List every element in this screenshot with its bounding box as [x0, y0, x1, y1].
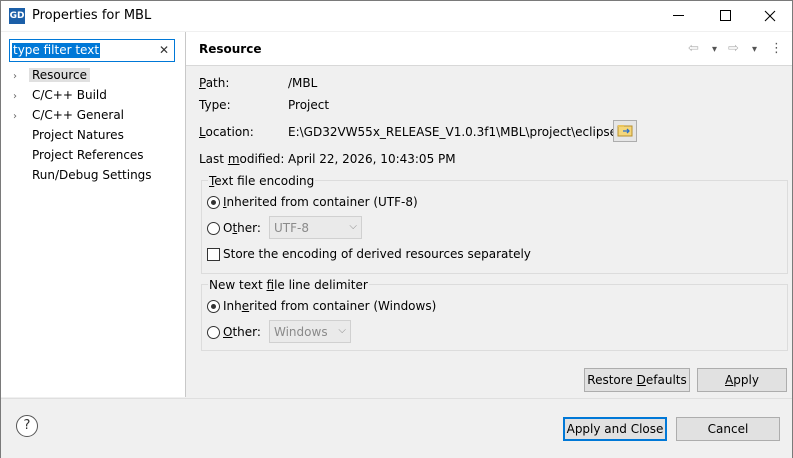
minimize-icon — [673, 15, 684, 16]
last-modified-value: April 22, 2026, 10:43:05 PM — [288, 152, 456, 166]
tree-item-label: Resource — [29, 68, 91, 82]
tree-item-label: C/C++ Build — [32, 88, 107, 102]
page-header: Resource ⇦ ▾ ⇨ ▾ ⋮ — [186, 32, 792, 66]
chevron-right-icon[interactable]: › — [13, 107, 29, 126]
close-icon — [764, 10, 776, 22]
tree-item-project-references[interactable]: Project References — [13, 146, 147, 165]
line-delimiter-title: New text file line delimiter — [208, 278, 369, 292]
delimiter-other-label[interactable]: Other: — [223, 325, 261, 339]
delimiter-other-radio[interactable] — [207, 326, 220, 339]
maximize-icon — [720, 10, 731, 21]
tree-item-label: Project References — [32, 148, 144, 162]
window-title: Properties for MBL — [32, 8, 152, 23]
store-encoding-label[interactable]: Store the encoding of derived resources … — [223, 247, 531, 261]
encoding-other-label[interactable]: Other: — [223, 221, 261, 235]
chevron-down-icon: ⌵ — [338, 325, 346, 336]
view-menu-icon[interactable]: ⋮ — [770, 41, 783, 56]
forward-menu-icon[interactable]: ▾ — [752, 44, 757, 55]
encoding-other-radio[interactable] — [207, 222, 220, 235]
cancel-button[interactable]: Cancel — [676, 417, 780, 441]
properties-dialog: GD Properties for MBL type filter text ✕… — [0, 0, 793, 458]
tree-item-label: C/C++ General — [32, 108, 125, 122]
tree-item-cpp-general[interactable]: › C/C++ General — [13, 106, 127, 125]
apply-and-close-button[interactable]: Apply and Close — [563, 417, 667, 441]
help-icon[interactable]: ? — [16, 415, 38, 437]
title-bar: GD Properties for MBL — [1, 1, 792, 31]
app-icon: GD — [9, 8, 25, 24]
type-label: Type: — [199, 98, 231, 112]
encoding-select-value: UTF-8 — [274, 221, 309, 235]
tree-item-resource[interactable]: › Resource — [13, 66, 91, 86]
delimiter-select[interactable]: Windows ⌵ — [269, 320, 351, 343]
tree-item-cpp-build[interactable]: › C/C++ Build — [13, 86, 110, 105]
tree-item-project-natures[interactable]: Project Natures — [13, 126, 127, 145]
apply-button[interactable]: Apply — [697, 368, 787, 392]
text-file-encoding-title: Text file encoding — [208, 174, 316, 188]
dialog-footer: ? Apply and Close Cancel — [1, 398, 792, 458]
path-value: /MBL — [288, 76, 318, 90]
page-title: Resource — [199, 42, 262, 56]
filter-text: type filter text — [12, 43, 101, 58]
encoding-inherited-radio[interactable] — [207, 196, 220, 209]
last-modified-label: Last modified: — [199, 152, 285, 166]
chevron-down-icon: ⌵ — [349, 221, 357, 232]
close-button[interactable] — [747, 1, 793, 31]
show-in-explorer-button[interactable] — [613, 120, 637, 142]
chevron-right-icon[interactable]: › — [13, 87, 29, 106]
type-value: Project — [288, 98, 330, 112]
open-folder-icon — [617, 125, 633, 137]
maximize-button[interactable] — [702, 1, 748, 31]
filter-input[interactable]: type filter text ✕ — [9, 39, 175, 62]
delimiter-select-value: Windows — [274, 325, 328, 339]
restore-defaults-button[interactable]: Restore Defaults — [584, 368, 690, 392]
tree-item-run-debug-settings[interactable]: Run/Debug Settings — [13, 166, 155, 185]
delimiter-inherited-radio[interactable] — [207, 300, 220, 313]
left-pane: type filter text ✕ › Resource › C/C++ Buil… — [1, 32, 185, 397]
encoding-inherited-label[interactable]: Inherited from container (UTF-8) — [223, 195, 418, 209]
back-icon[interactable]: ⇦ — [688, 41, 699, 56]
location-label: Location: — [199, 125, 254, 139]
forward-icon[interactable]: ⇨ — [728, 41, 739, 56]
chevron-right-icon[interactable]: › — [13, 67, 29, 86]
clear-filter-icon[interactable]: ✕ — [159, 43, 169, 57]
store-encoding-checkbox[interactable] — [207, 248, 220, 261]
minimize-button[interactable] — [656, 1, 702, 31]
encoding-select[interactable]: UTF-8 ⌵ — [269, 216, 362, 239]
delimiter-inherited-label[interactable]: Inherited from container (Windows) — [223, 299, 436, 313]
path-label: Path: — [199, 76, 230, 90]
tree-item-label: Project Natures — [32, 128, 124, 142]
tree-item-label: Run/Debug Settings — [32, 168, 152, 182]
location-value: E:\GD32VW55x_RELEASE_V1.0.3f1\MBL\projec… — [288, 125, 618, 139]
back-menu-icon[interactable]: ▾ — [712, 44, 717, 55]
right-pane: Resource ⇦ ▾ ⇨ ▾ ⋮ Path: /MBL Type: Proj… — [186, 32, 792, 397]
